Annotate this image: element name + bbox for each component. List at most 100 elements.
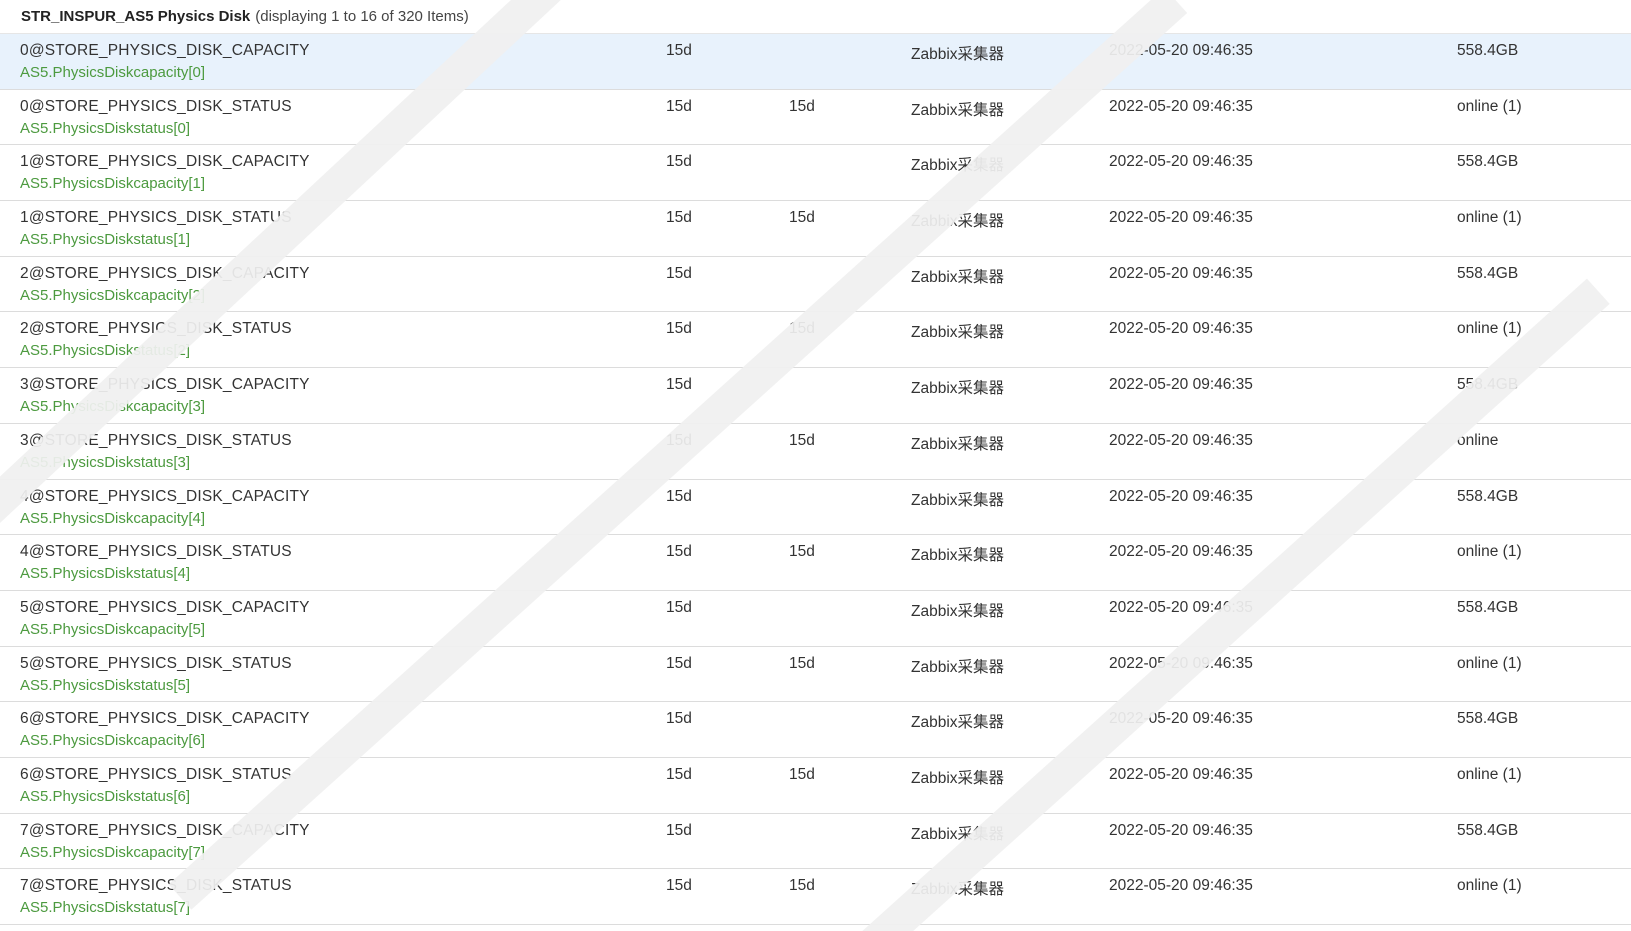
item-name[interactable]: 2@STORE_PHYSICS_DISK_STATUS xyxy=(20,320,292,338)
trends-cell: 15d xyxy=(789,320,815,338)
table-row[interactable]: 6@STORE_PHYSICS_DISK_STATUS AS5.PhysicsDi… xyxy=(0,758,1631,814)
history-cell: 15d xyxy=(666,877,692,895)
item-key-link[interactable]: AS5.PhysicsDiskcapacity[7] xyxy=(20,844,310,861)
history-cell: 15d xyxy=(666,765,692,783)
table-row[interactable]: 3@STORE_PHYSICS_DISK_STATUS AS5.PhysicsDi… xyxy=(0,424,1631,480)
table-row[interactable]: 1@STORE_PHYSICS_DISK_CAPACITY AS5.Physics… xyxy=(0,145,1631,202)
item-name-cell: 7@STORE_PHYSICS_DISK_CAPACITY AS5.Physics… xyxy=(20,822,310,861)
items-page: STR_INSPUR_AS5 Physics Disk (displaying … xyxy=(0,0,1631,931)
item-key-link[interactable]: AS5.PhysicsDiskcapacity[5] xyxy=(20,621,310,638)
table-row[interactable]: 5@STORE_PHYSICS_DISK_STATUS AS5.PhysicsDi… xyxy=(0,647,1631,703)
last-value-cell: 558.4GB xyxy=(1457,42,1519,59)
item-name-cell: 5@STORE_PHYSICS_DISK_CAPACITY AS5.Physics… xyxy=(20,599,310,638)
type-cell: Zabbix采集器 xyxy=(911,46,1005,63)
last-check-cell: 2022-05-20 09:46:35 xyxy=(1109,487,1253,505)
history-cell: 15d xyxy=(666,320,692,338)
item-key-link[interactable]: AS5.PhysicsDiskcapacity[6] xyxy=(20,732,310,749)
item-key-link[interactable]: AS5.PhysicsDiskcapacity[0] xyxy=(20,64,310,81)
type-cell: Zabbix采集器 xyxy=(911,435,1005,453)
last-value-cell: 558.4GB xyxy=(1457,710,1519,728)
table-row[interactable]: 7@STORE_PHYSICS_DISK_CAPACITY AS5.Physics… xyxy=(0,814,1631,870)
item-name[interactable]: 6@STORE_PHYSICS_DISK_STATUS xyxy=(20,766,292,784)
item-key-link[interactable]: AS5.PhysicsDiskstatus[3] xyxy=(20,454,292,471)
type-cell: Zabbix采集器 xyxy=(911,491,1005,509)
item-key-link[interactable]: AS5.PhysicsDiskstatus[7] xyxy=(20,899,292,916)
item-name[interactable]: 3@STORE_PHYSICS_DISK_CAPACITY xyxy=(20,376,310,394)
type-cell: Zabbix采集器 xyxy=(911,547,1005,565)
trends-cell: 15d xyxy=(789,209,815,227)
item-name-cell: 6@STORE_PHYSICS_DISK_CAPACITY AS5.Physics… xyxy=(20,710,310,749)
last-value-cell: online (1) xyxy=(1457,543,1522,561)
group-title: STR_INSPUR_AS5 Physics Disk xyxy=(21,8,251,25)
table-row[interactable]: 2@STORE_PHYSICS_DISK_CAPACITY AS5.Physics… xyxy=(0,257,1631,313)
type-cell: Zabbix采集器 xyxy=(911,881,1005,899)
item-name-cell: 6@STORE_PHYSICS_DISK_STATUS AS5.PhysicsDi… xyxy=(20,766,292,805)
last-check-cell: 2022-05-20 09:46:35 xyxy=(1109,598,1253,616)
history-cell: 15d xyxy=(666,153,692,171)
item-name[interactable]: 0@STORE_PHYSICS_DISK_CAPACITY xyxy=(20,42,310,60)
item-name-cell: 1@STORE_PHYSICS_DISK_STATUS AS5.PhysicsDi… xyxy=(20,209,292,248)
last-value-cell: online (1) xyxy=(1457,209,1522,227)
last-check-cell: 2022-05-20 09:46:35 xyxy=(1109,153,1253,171)
history-cell: 15d xyxy=(666,487,692,505)
trends-cell: 15d xyxy=(789,97,815,115)
item-key-link[interactable]: AS5.PhysicsDiskstatus[0] xyxy=(20,120,292,137)
table-row[interactable]: 4@STORE_PHYSICS_DISK_CAPACITY AS5.Physics… xyxy=(0,480,1631,536)
item-name[interactable]: 5@STORE_PHYSICS_DISK_CAPACITY xyxy=(20,599,310,617)
item-key-link[interactable]: AS5.PhysicsDiskstatus[1] xyxy=(20,231,292,248)
item-name[interactable]: 1@STORE_PHYSICS_DISK_CAPACITY xyxy=(20,153,310,171)
history-cell: 15d xyxy=(666,264,692,282)
table-row[interactable]: 2@STORE_PHYSICS_DISK_STATUS AS5.PhysicsDi… xyxy=(0,312,1631,369)
item-name[interactable]: 0@STORE_PHYSICS_DISK_STATUS xyxy=(20,98,292,116)
item-name[interactable]: 5@STORE_PHYSICS_DISK_STATUS xyxy=(20,655,292,673)
table-row[interactable]: 1@STORE_PHYSICS_DISK_STATUS AS5.PhysicsDi… xyxy=(0,201,1631,257)
item-name[interactable]: 4@STORE_PHYSICS_DISK_STATUS xyxy=(20,543,292,561)
trends-cell: 15d xyxy=(789,877,815,895)
type-cell: Zabbix采集器 xyxy=(911,769,1005,787)
item-name[interactable]: 7@STORE_PHYSICS_DISK_CAPACITY xyxy=(20,822,310,840)
last-check-cell: 2022-05-20 09:46:35 xyxy=(1109,376,1253,394)
item-name[interactable]: 4@STORE_PHYSICS_DISK_CAPACITY xyxy=(20,488,310,506)
table-row[interactable]: 5@STORE_PHYSICS_DISK_CAPACITY AS5.Physics… xyxy=(0,591,1631,647)
trends-cell: 15d xyxy=(789,543,815,561)
last-check-cell: 2022-05-20 09:46:35 xyxy=(1109,765,1253,783)
item-key-link[interactable]: AS5.PhysicsDiskcapacity[2] xyxy=(20,287,310,304)
type-cell: Zabbix采集器 xyxy=(911,658,1005,676)
item-name[interactable]: 6@STORE_PHYSICS_DISK_CAPACITY xyxy=(20,710,310,728)
item-key-link[interactable]: AS5.PhysicsDiskstatus[6] xyxy=(20,788,292,805)
item-name[interactable]: 2@STORE_PHYSICS_DISK_CAPACITY xyxy=(20,265,310,283)
item-count-text: (displaying 1 to 16 of 320 Items) xyxy=(255,8,469,25)
item-name[interactable]: 1@STORE_PHYSICS_DISK_STATUS xyxy=(20,209,292,227)
history-cell: 15d xyxy=(666,97,692,115)
last-value-cell: 558.4GB xyxy=(1457,153,1519,171)
item-key-link[interactable]: AS5.PhysicsDiskcapacity[3] xyxy=(20,398,310,415)
last-check-cell: 2022-05-20 09:46:35 xyxy=(1109,877,1253,895)
history-cell: 15d xyxy=(666,431,692,449)
last-check-cell: 2022-05-20 09:46:35 xyxy=(1109,320,1253,338)
item-key-link[interactable]: AS5.PhysicsDiskstatus[2] xyxy=(20,342,292,359)
table-row[interactable]: 0@STORE_PHYSICS_DISK_CAPACITY AS5.Physics… xyxy=(0,34,1631,90)
item-name-cell: 4@STORE_PHYSICS_DISK_STATUS AS5.PhysicsDi… xyxy=(20,543,292,582)
table-row[interactable]: 4@STORE_PHYSICS_DISK_STATUS AS5.PhysicsDi… xyxy=(0,535,1631,591)
last-value-cell: 558.4GB xyxy=(1457,264,1519,282)
table-row[interactable]: 3@STORE_PHYSICS_DISK_CAPACITY AS5.Physics… xyxy=(0,368,1631,424)
item-name[interactable]: 3@STORE_PHYSICS_DISK_STATUS xyxy=(20,432,292,450)
item-key-link[interactable]: AS5.PhysicsDiskstatus[4] xyxy=(20,565,292,582)
item-key-link[interactable]: AS5.PhysicsDiskcapacity[1] xyxy=(20,175,310,192)
last-check-cell: 2022-05-20 09:46:35 xyxy=(1109,209,1253,227)
item-name[interactable]: 7@STORE_PHYSICS_DISK_STATUS xyxy=(20,877,292,895)
table-row[interactable]: 6@STORE_PHYSICS_DISK_CAPACITY AS5.Physics… xyxy=(0,702,1631,758)
history-cell: 15d xyxy=(666,654,692,672)
history-cell: 15d xyxy=(666,42,692,59)
table-row[interactable]: 0@STORE_PHYSICS_DISK_STATUS AS5.PhysicsDi… xyxy=(0,90,1631,146)
item-key-link[interactable]: AS5.PhysicsDiskcapacity[4] xyxy=(20,510,310,527)
type-cell: Zabbix采集器 xyxy=(911,157,1005,175)
item-name-cell: 5@STORE_PHYSICS_DISK_STATUS AS5.PhysicsDi… xyxy=(20,655,292,694)
history-cell: 15d xyxy=(666,209,692,227)
type-cell: Zabbix采集器 xyxy=(911,268,1005,286)
item-key-link[interactable]: AS5.PhysicsDiskstatus[5] xyxy=(20,677,292,694)
type-cell: Zabbix采集器 xyxy=(911,213,1005,231)
item-name-cell: 2@STORE_PHYSICS_DISK_CAPACITY AS5.Physics… xyxy=(20,265,310,304)
last-check-cell: 2022-05-20 09:46:35 xyxy=(1109,543,1253,561)
table-row[interactable]: 7@STORE_PHYSICS_DISK_STATUS AS5.PhysicsDi… xyxy=(0,869,1631,925)
